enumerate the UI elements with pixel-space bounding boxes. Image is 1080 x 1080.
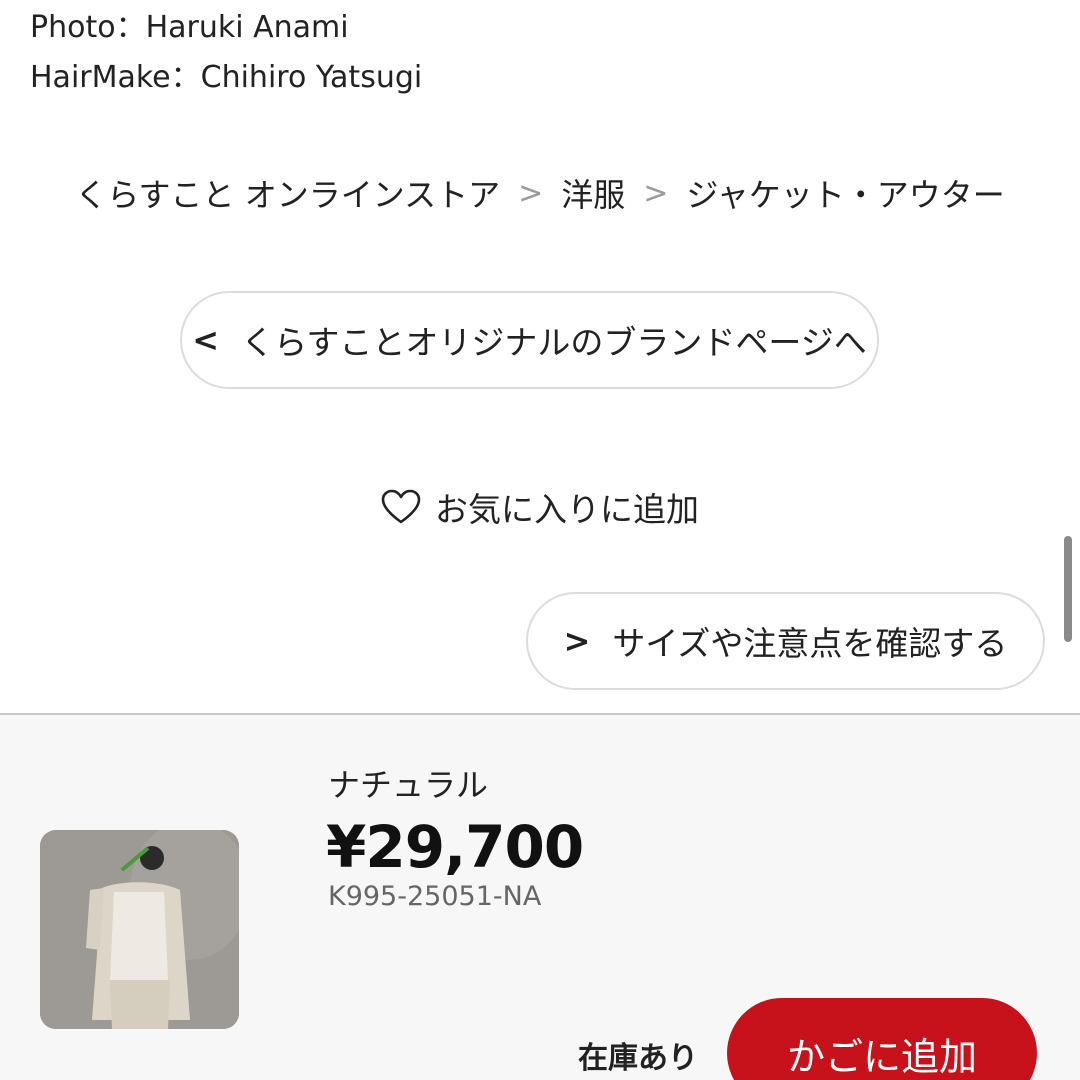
breadcrumb-item-store[interactable]: くらすこと オンラインストア <box>75 170 500 216</box>
product-photo-placeholder <box>40 830 239 1029</box>
brand-page-label: くらすことオリジナルのブランドページへ <box>241 323 867 362</box>
add-favorite-button[interactable]: お気に入りに追加 <box>0 483 1080 531</box>
variant-name: ナチュラル <box>328 766 489 804</box>
heart-icon <box>381 489 421 524</box>
add-to-cart-button[interactable]: かごに追加 <box>727 998 1037 1080</box>
product-price: ¥29,700 <box>326 813 584 881</box>
size-notes-button[interactable]: > サイズや注意点を確認する <box>526 592 1045 690</box>
hairmake-credit: HairMake：Chihiro Yatsugi <box>30 60 423 95</box>
add-favorite-label: お気に入りに追加 <box>435 490 699 529</box>
product-page: Photo：Haruki Anami HairMake：Chihiro Yats… <box>0 0 1080 1080</box>
chevron-left-icon: < <box>192 321 220 359</box>
size-notes-label: サイズや注意点を確認する <box>612 624 1008 663</box>
stock-status: 在庫あり <box>578 1041 698 1076</box>
brand-page-button[interactable]: < くらすことオリジナルのブランドページへ <box>180 291 879 389</box>
product-thumbnail <box>40 830 239 1029</box>
scrollbar[interactable] <box>1064 536 1072 642</box>
chevron-right-icon: > <box>563 622 591 660</box>
breadcrumb-item-clothing[interactable]: 洋服 <box>561 170 625 216</box>
product-sku: K995-25051-NA <box>328 881 542 912</box>
breadcrumb-separator-icon: > <box>643 175 669 211</box>
breadcrumb-item-jackets[interactable]: ジャケット・アウター <box>686 170 1004 216</box>
purchase-bar: ナチュラル ¥29,700 K995-25051-NA 在庫あり かごに追加 <box>0 713 1080 1080</box>
photo-credit: Photo：Haruki Anami <box>30 10 349 45</box>
breadcrumb: くらすこと オンラインストア > 洋服 > ジャケット・アウター <box>0 170 1080 216</box>
breadcrumb-separator-icon: > <box>518 175 544 211</box>
